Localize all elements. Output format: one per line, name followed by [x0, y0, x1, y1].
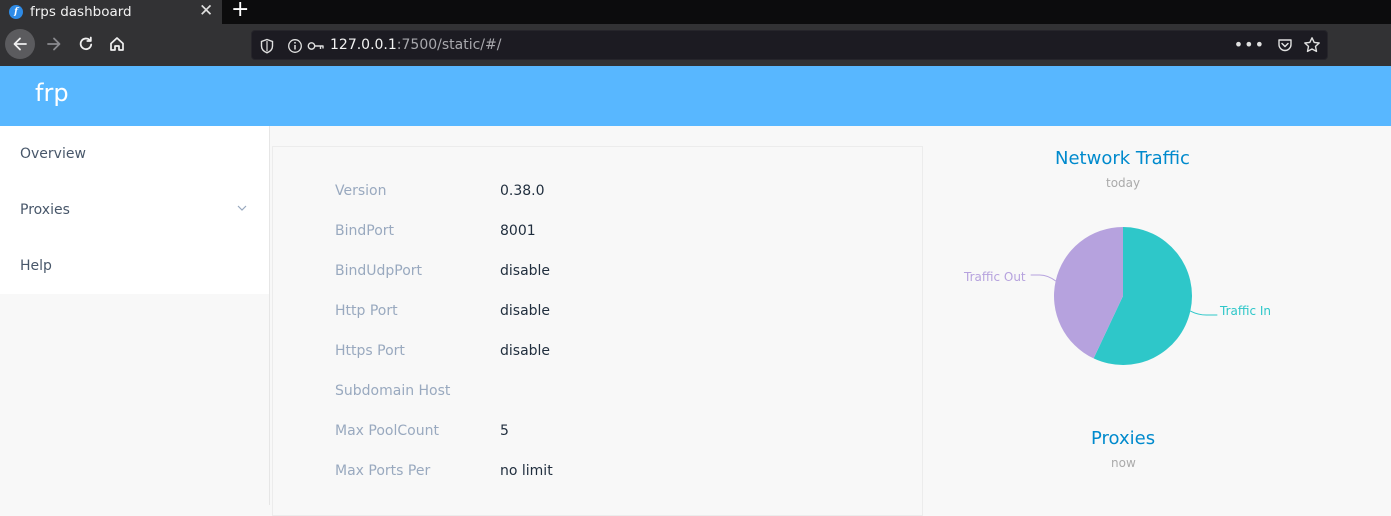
pie-label-traffic-in: Traffic In	[1220, 304, 1272, 318]
address-bar[interactable]: 127.0.0.1:7500/static/#/ •••	[251, 30, 1328, 60]
close-tab-icon[interactable]: ✕	[199, 1, 213, 21]
url-path: :7500/static/#/	[396, 37, 502, 53]
traffic-chart-title: Network Traffic	[1055, 148, 1190, 169]
browser-toolbar: 127.0.0.1:7500/static/#/ •••	[0, 24, 1391, 66]
info-key: Https Port	[335, 343, 405, 359]
info-value: 5	[500, 423, 509, 439]
brand-logo[interactable]: frp	[35, 79, 69, 107]
app-header: frp	[0, 66, 1391, 126]
info-value: disable	[500, 343, 551, 359]
chevron-down-icon	[237, 205, 247, 211]
browser-tab-bar: f frps dashboard ✕ +	[0, 0, 1391, 24]
pocket-icon[interactable]	[1277, 37, 1293, 53]
server-info-card: Version 0.38.0 BindPort 8001 BindUdpPort…	[272, 146, 923, 516]
tab-title: frps dashboard	[30, 4, 132, 20]
arrow-right-icon	[47, 37, 61, 51]
info-value: 0.38.0	[500, 183, 545, 199]
info-key: BindUdpPort	[335, 263, 423, 279]
info-key: Http Port	[335, 303, 398, 319]
info-value: 8001	[500, 223, 536, 239]
sidebar-item-label: Overview	[20, 146, 86, 162]
sidebar-item-label: Help	[20, 258, 52, 274]
info-key: BindPort	[335, 223, 395, 239]
overview-content: Version 0.38.0 BindPort 8001 BindUdpPort…	[270, 126, 1391, 516]
key-icon[interactable]	[307, 40, 325, 52]
traffic-pie-chart	[1030, 227, 1218, 365]
home-button[interactable]	[102, 29, 132, 59]
url-text[interactable]: 127.0.0.1:7500/static/#/	[330, 37, 501, 53]
proxies-chart-subtitle: now	[1111, 456, 1136, 470]
sidebar-item-label: Proxies	[20, 202, 70, 218]
pie-label-traffic-out: Traffic Out	[964, 270, 1026, 284]
sidebar-item-proxies[interactable]: Proxies	[0, 182, 269, 238]
shield-icon[interactable]	[260, 38, 274, 54]
info-key: Max PoolCount	[335, 423, 439, 439]
leader-line-traffic-out	[1030, 274, 1056, 282]
page-actions-icon[interactable]: •••	[1234, 35, 1265, 54]
url-host: 127.0.0.1	[330, 37, 397, 53]
info-value: disable	[500, 303, 551, 319]
sidebar-menu: Overview Proxies Help	[0, 126, 270, 294]
info-value: disable	[500, 263, 551, 279]
back-button[interactable]	[5, 29, 35, 59]
arrow-left-icon	[13, 37, 27, 51]
sidebar-background	[0, 294, 270, 505]
sidebar-item-overview[interactable]: Overview	[0, 126, 269, 182]
reload-button[interactable]	[71, 29, 101, 59]
info-value: no limit	[500, 463, 553, 479]
frp-favicon-icon: f	[9, 5, 23, 19]
info-key: Subdomain Host	[335, 383, 451, 399]
browser-tab[interactable]: f frps dashboard ✕	[0, 0, 222, 24]
info-key: Version	[335, 183, 387, 199]
home-icon	[110, 37, 124, 51]
info-icon[interactable]	[287, 38, 303, 54]
traffic-chart-subtitle: today	[1106, 176, 1141, 190]
new-tab-icon[interactable]: +	[231, 0, 249, 22]
proxies-chart-title: Proxies	[1091, 428, 1156, 449]
sidebar-item-help[interactable]: Help	[0, 238, 269, 294]
info-key: Max Ports Per	[335, 463, 431, 479]
leader-line-traffic-in	[1190, 310, 1218, 316]
bookmark-star-icon[interactable]	[1303, 36, 1321, 54]
forward-button[interactable]	[39, 29, 69, 59]
reload-icon	[79, 36, 93, 51]
